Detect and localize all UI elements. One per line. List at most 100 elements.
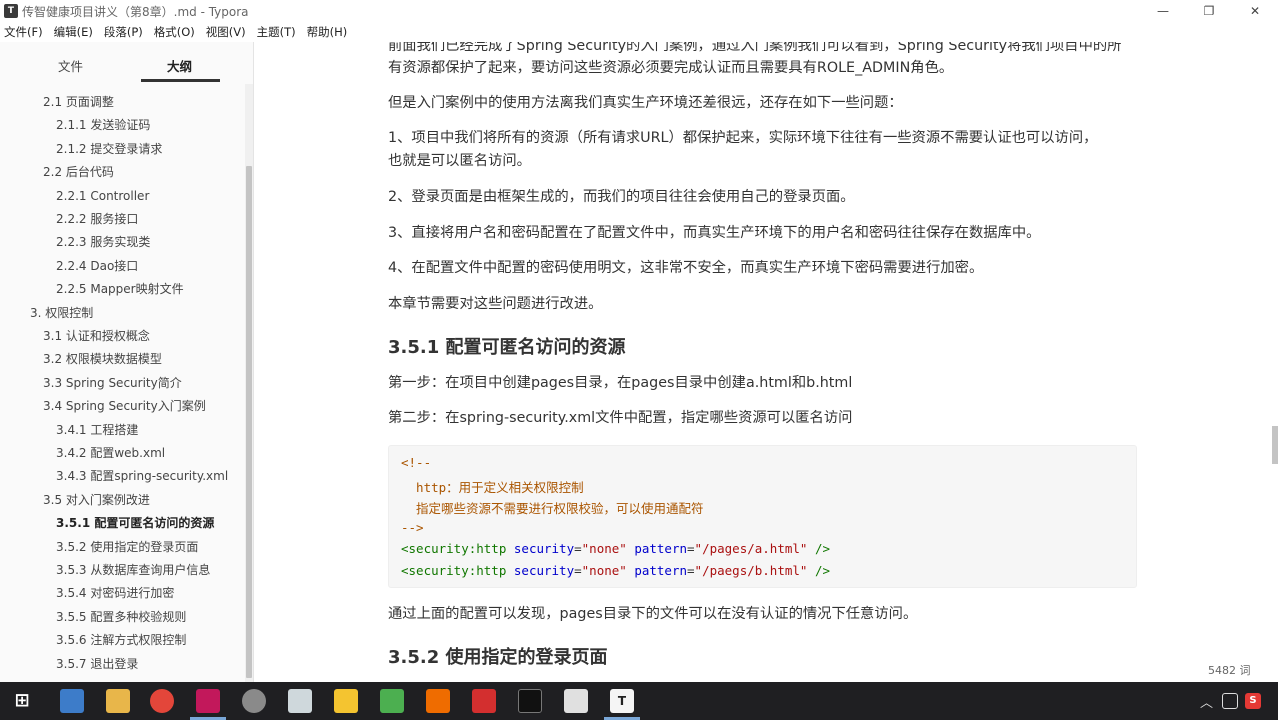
- tray-expand-icon[interactable]: ︿: [1200, 692, 1213, 711]
- paragraph-chapter-note: 本章节需要对这些问题进行改进。: [388, 296, 603, 312]
- notes-icon[interactable]: [334, 689, 358, 713]
- window-app-icon[interactable]: [564, 689, 588, 713]
- outline-item[interactable]: 2.2.2 服务接口: [56, 211, 138, 227]
- code-string: "/pages/a.html": [694, 541, 808, 556]
- sidebar-footer: ‹ </>: [0, 654, 310, 682]
- network-tray-icon[interactable]: [1222, 693, 1238, 709]
- outline-item[interactable]: 3.5.5 配置多种校验规则: [56, 609, 186, 625]
- code-tag: <security:http: [401, 563, 507, 578]
- sidebar: 文件 大纲 2.1 页面调整 2.1.1 发送验证码 2.1.2 提交登录请求 2.2…: [0, 42, 310, 682]
- code-attr: pattern: [634, 563, 688, 578]
- notepad-plus-icon[interactable]: [380, 689, 404, 713]
- menu-format[interactable]: 格式(O): [154, 24, 195, 40]
- menu-paragraph[interactable]: 段落(P): [104, 24, 143, 40]
- menu-help[interactable]: 帮助(H): [307, 24, 348, 40]
- close-button[interactable]: ✕: [1232, 0, 1278, 22]
- outline-item[interactable]: 3.5.2 使用指定的登录页面: [56, 539, 198, 555]
- outline-item[interactable]: 3.4.2 配置web.xml: [56, 445, 165, 461]
- file-explorer-icon[interactable]: [106, 689, 130, 713]
- windows-start-icon[interactable]: ⊞: [10, 689, 34, 713]
- outline-item[interactable]: 2.2 后台代码: [43, 164, 114, 180]
- outline-item[interactable]: 3.3 Spring Security简介: [43, 375, 182, 391]
- title-bar: T 传智健康项目讲义（第8章）.md - Typora — ❐ ✕: [0, 0, 1278, 22]
- code-line-b: <security:http security="none" pattern="…: [401, 563, 831, 578]
- outline-item[interactable]: 3.1 认证和授权概念: [43, 328, 150, 344]
- window-title: 传智健康项目讲义（第8章）.md - Typora: [22, 4, 249, 19]
- code-string: "/paegs/b.html": [694, 563, 808, 578]
- tab-outline[interactable]: 大纲: [167, 56, 192, 75]
- intellij-icon[interactable]: [196, 689, 220, 713]
- paragraph-problem-3: 3、直接将用户名和密码配置在了配置文件中，而真实生产环境下的用户名和密码往往保存…: [388, 225, 1041, 241]
- word-count[interactable]: 5482 词: [1208, 662, 1251, 678]
- code-string: "none": [581, 563, 627, 578]
- outline-item[interactable]: 2.1.1 发送验证码: [56, 117, 150, 133]
- tab-files[interactable]: 文件: [58, 56, 83, 75]
- code-line-a: <security:http security="none" pattern="…: [401, 541, 831, 556]
- code-block[interactable]: <!-- http：用于定义相关权限控制 指定哪些资源不需要进行权限校验，可以使…: [388, 445, 1137, 588]
- paragraph-problem-4: 4、在配置文件中配置的密码使用明文，这非常不安全，而真实生产环境下密码需要进行加…: [388, 260, 984, 276]
- paragraph-config-result: 通过上面的配置可以发现，pages目录下的文件可以在没有认证的情况下任意访问。: [388, 606, 918, 622]
- code-tag-end: />: [814, 563, 831, 578]
- outline-item[interactable]: 2.2.4 Dao接口: [56, 258, 138, 274]
- desktop-app-icon[interactable]: [60, 689, 84, 713]
- menu-theme[interactable]: 主题(T): [257, 24, 296, 40]
- image-viewer-icon[interactable]: [288, 689, 312, 713]
- ime-tray-icon[interactable]: S: [1245, 693, 1261, 709]
- outline-item[interactable]: 2.2.1 Controller: [56, 188, 149, 204]
- code-attr: security: [513, 541, 575, 556]
- paragraph-intro-line1: 前面我们已经完成了Spring Security的入门案例，通过入门案例我们可以…: [388, 42, 1122, 54]
- paragraph-step-1: 第一步：在项目中创建pages目录，在pages目录中创建a.html和b.ht…: [388, 375, 853, 391]
- code-comment-line-1: http：用于定义相关权限控制: [401, 480, 584, 495]
- code-attr: pattern: [634, 541, 688, 556]
- code-string: "none": [581, 541, 627, 556]
- editor-scrollbar-thumb[interactable]: [1272, 426, 1278, 464]
- outline-item[interactable]: 3.4.1 工程搭建: [56, 422, 138, 438]
- outline-item[interactable]: 3. 权限控制: [30, 305, 93, 321]
- outline-item[interactable]: 3.5.1 配置可匿名访问的资源: [56, 515, 214, 531]
- outline-item[interactable]: 3.4.3 配置spring-security.xml: [56, 468, 228, 484]
- redis-icon[interactable]: [472, 689, 496, 713]
- code-comment-open: <!--: [401, 455, 432, 470]
- sidebar-tabs: 文件 大纲: [0, 42, 254, 82]
- menu-view[interactable]: 视图(V): [206, 24, 246, 40]
- code-attr: security: [513, 563, 575, 578]
- outline-item[interactable]: 2.2.3 服务实现类: [56, 234, 150, 250]
- heading-3-5-2: 3.5.2 使用指定的登录页面: [388, 647, 608, 668]
- windows-taskbar: ⊞ T ︿ S: [0, 682, 1278, 720]
- menu-file[interactable]: 文件(F): [4, 24, 43, 40]
- restore-button[interactable]: ❐: [1186, 0, 1232, 22]
- outline-item[interactable]: 3.5.6 注解方式权限控制: [56, 632, 186, 648]
- terminal-icon[interactable]: [518, 689, 542, 713]
- network-tool-icon[interactable]: [242, 689, 266, 713]
- code-tag-end: />: [814, 541, 831, 556]
- paragraph-problem-1-line2: 也就是可以匿名访问。: [388, 153, 531, 169]
- paragraph-step-2: 第二步：在spring-security.xml文件中配置，指定哪些资源可以匿名…: [388, 410, 853, 426]
- paragraph-problem-1-line1: 1、项目中我们将所有的资源（所有请求URL）都保护起来，实际环境下往往有一些资源…: [388, 130, 1098, 146]
- typora-app-icon: T: [4, 4, 18, 18]
- menu-edit[interactable]: 编辑(E): [54, 24, 93, 40]
- heading-3-5-1: 3.5.1 配置可匿名访问的资源: [388, 337, 626, 358]
- minimize-button[interactable]: —: [1140, 0, 1186, 22]
- code-tag: <security:http: [401, 541, 507, 556]
- window-controls: — ❐ ✕: [1140, 0, 1278, 22]
- code-comment-line-2: 指定哪些资源不需要进行权限校验，可以使用通配符: [401, 501, 704, 516]
- sidebar-scrollbar[interactable]: [245, 84, 253, 682]
- outline-item[interactable]: 3.5.4 对密码进行加密: [56, 585, 174, 601]
- paragraph-problems-intro: 但是入门案例中的使用方法离我们真实生产环境还差很远，还存在如下一些问题：: [388, 95, 903, 111]
- outline-item[interactable]: 3.4 Spring Security入门案例: [43, 398, 206, 414]
- git-tool-icon[interactable]: [426, 689, 450, 713]
- menu-bar: 文件(F) 编辑(E) 段落(P) 格式(O) 视图(V) 主题(T) 帮助(H…: [0, 22, 1278, 42]
- code-comment-close: -->: [401, 520, 424, 535]
- editor-content[interactable]: 前面我们已经完成了Spring Security的入门案例，通过入门案例我们可以…: [254, 42, 1278, 682]
- sidebar-scrollbar-thumb[interactable]: [246, 166, 252, 678]
- active-tab-indicator: [141, 79, 220, 82]
- outline-item[interactable]: 2.2.5 Mapper映射文件: [56, 281, 184, 297]
- outline-item[interactable]: 3.5.3 从数据库查询用户信息: [56, 562, 210, 578]
- chrome-icon[interactable]: [150, 689, 174, 713]
- outline-item[interactable]: 3.2 权限模块数据模型: [43, 351, 162, 367]
- outline-item[interactable]: 2.1.2 提交登录请求: [56, 141, 162, 157]
- outline-item[interactable]: 3.5 对入门案例改进: [43, 492, 150, 508]
- paragraph-intro-line2: 有资源都保护了起来，要访问这些资源必须要完成认证而且需要具有ROLE_ADMIN…: [388, 60, 954, 76]
- typora-taskbar-icon[interactable]: T: [610, 689, 634, 713]
- outline-item[interactable]: 2.1 页面调整: [43, 94, 114, 110]
